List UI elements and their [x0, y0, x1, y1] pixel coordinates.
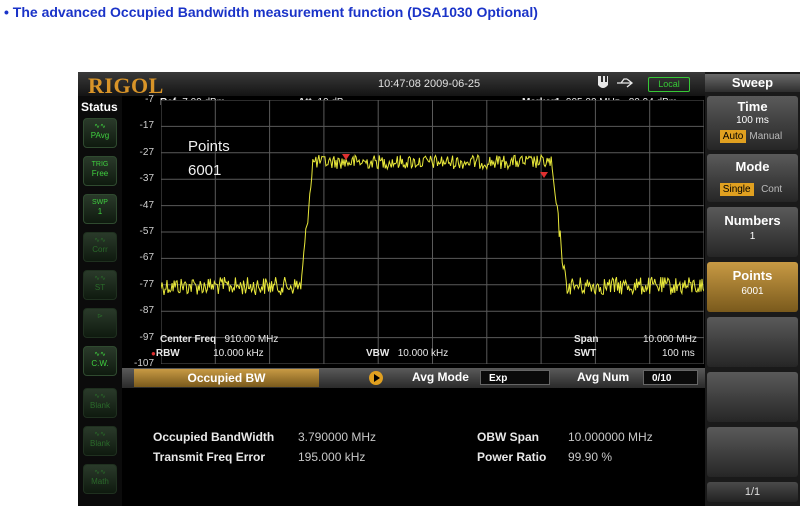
y-axis-tick-label: -57	[139, 226, 154, 237]
points-overlay-title: Points	[188, 138, 230, 155]
status-trig-button[interactable]: TRIG Free	[83, 156, 117, 186]
local-indicator: Local	[648, 77, 690, 92]
datetime: 10:47:08 2009-06-25	[378, 78, 481, 90]
status-math-button[interactable]: ∿∿ Math	[83, 464, 117, 494]
usb-icon	[617, 78, 634, 88]
softkey-menu: Sweep Time 100 ms Auto Manual Mode Single…	[705, 72, 800, 506]
wave-icon: ∿∿	[94, 469, 106, 476]
top-bar: RIGOL 10:47:08 2009-06-25 Local	[78, 72, 705, 98]
y-axis-tick-label: -17	[139, 120, 154, 132]
obw-label: Occupied BandWidth	[153, 430, 275, 444]
status-swp-button[interactable]: SWP 1	[83, 194, 117, 224]
y-axis-tick-label: -97	[139, 331, 154, 343]
spectrum-analyzer-screen: RIGOL 10:47:08 2009-06-25 Local Status ∿…	[78, 72, 800, 506]
swt: SWT	[574, 348, 597, 359]
avg-num-label: Avg Num	[577, 370, 630, 384]
sweep-points-key[interactable]: Points 6001	[707, 262, 798, 312]
y-axis-tick-label: -47	[139, 199, 154, 211]
avg-mode-label: Avg Mode	[412, 370, 469, 384]
obw-value: 3.790000 MHz	[298, 430, 377, 444]
empty-key-2[interactable]	[707, 372, 798, 422]
probe-icon	[598, 76, 608, 88]
obw-edge-marker	[342, 154, 350, 160]
mode-single-option[interactable]: Single	[719, 183, 754, 196]
status-pavg-button[interactable]: ∿∿ PAvg	[83, 118, 117, 148]
swt-value: 100 ms	[662, 348, 695, 359]
obw-span-value: 10.000000 MHz	[568, 430, 653, 444]
status-marker-button[interactable]: ⊳	[83, 308, 117, 338]
spectrum-graticule	[161, 100, 704, 364]
wave-icon: ∿∿	[94, 431, 106, 438]
time-auto-option[interactable]: Auto	[719, 130, 747, 143]
status-blank-button-1[interactable]: ∿∿ Blank	[83, 388, 117, 418]
measurement-bar: Occupied BW Avg Mode Exp Avg Num 0/10	[122, 368, 705, 388]
tfe-label: Transmit Freq Error	[153, 450, 266, 464]
menu-title: Sweep	[705, 74, 800, 92]
sweep-mode-key[interactable]: Mode Single Cont	[707, 154, 798, 202]
status-corr-button[interactable]: ∿∿ Corr	[83, 232, 117, 262]
marker-icon: ⊳	[97, 313, 103, 320]
time-manual-option[interactable]: Manual	[746, 130, 785, 143]
obw-span-label: OBW Span	[477, 430, 539, 444]
y-axis-tick-label: -67	[139, 252, 154, 264]
empty-key-1[interactable]	[707, 317, 798, 367]
empty-key-3[interactable]	[707, 427, 798, 477]
avg-mode-field[interactable]: Exp	[480, 370, 550, 385]
wave-icon: ∿∿	[94, 237, 106, 244]
power-ratio-value: 99.90 %	[568, 450, 613, 464]
tfe-value: 195.000 kHz	[298, 450, 366, 464]
status-title: Status	[81, 100, 118, 114]
wave-icon: ∿∿	[94, 393, 106, 400]
rbw: ●RBW 10.000 kHz	[151, 348, 264, 359]
status-cw-button[interactable]: ∿∿ C.W.	[83, 346, 117, 376]
menu-page-indicator[interactable]: 1/1	[707, 482, 798, 502]
y-axis-tick-label: -87	[139, 305, 154, 317]
measurement-mode-tab[interactable]: Occupied BW	[134, 369, 319, 387]
status-panel: Status ∿∿ PAvg TRIG Free SWP 1 ∿∿ Corr ∿…	[78, 96, 122, 506]
wave-icon: ∿∿	[94, 351, 106, 358]
span: Span	[574, 334, 599, 345]
y-axis-tick-label: -37	[139, 173, 154, 185]
points-overlay-value: 6001	[188, 162, 222, 179]
y-axis-tick-label: -77	[139, 278, 154, 290]
span-value: 10.000 MHz	[643, 334, 697, 345]
power-ratio-label: Power Ratio	[477, 450, 547, 464]
page-caption: • The advanced Occupied Bandwidth measur…	[4, 4, 538, 20]
center-freq: Center Freq 910.00 MHz	[160, 334, 279, 345]
sweep-time-key[interactable]: Time 100 ms Auto Manual	[707, 96, 798, 150]
play-icon[interactable]	[369, 371, 383, 385]
status-st-button[interactable]: ∿∿ ST	[83, 270, 117, 300]
status-blank-button-2[interactable]: ∿∿ Blank	[83, 426, 117, 456]
results-panel: Occupied BandWidth 3.790000 MHz Transmit…	[122, 388, 705, 506]
sweep-numbers-key[interactable]: Numbers 1	[707, 207, 798, 257]
avg-num-field[interactable]: 0/10	[643, 370, 698, 385]
y-axis-tick-label: -7	[145, 94, 154, 105]
wave-icon: ∿∿	[94, 123, 106, 130]
y-axis-tick-label: -27	[139, 146, 154, 158]
vbw: VBW 10.000 kHz	[366, 348, 449, 359]
wave-icon: ∿∿	[94, 275, 106, 282]
mode-cont-option[interactable]: Cont	[758, 183, 785, 196]
